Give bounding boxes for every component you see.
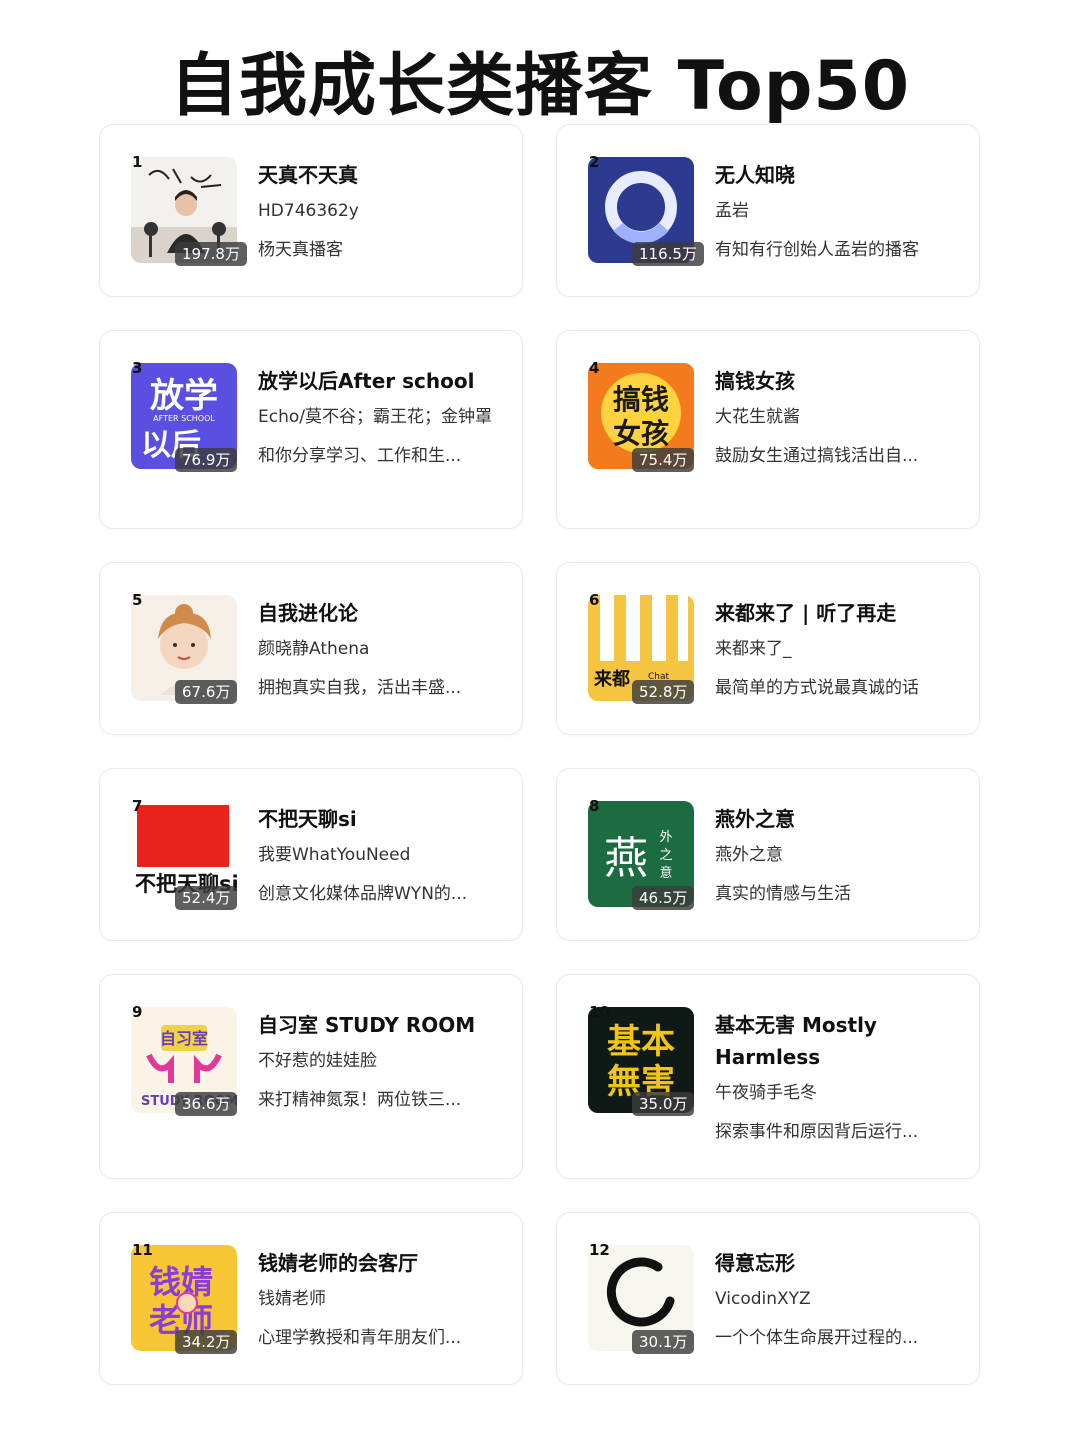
svg-text:燕: 燕: [604, 833, 648, 884]
podcast-card[interactable]: 搞钱 女孩 4 75.4万 搞钱女孩 大花生就酱 鼓励女生通过搞钱活出自...: [556, 330, 980, 529]
podcast-desc: 来打精神氮泵！两位铁三...: [258, 1090, 462, 1110]
podcast-desc: 探索事件和原因背后运行...: [715, 1122, 919, 1142]
play-count-badge: 34.2万: [175, 1330, 238, 1354]
podcast-desc: 心理学教授和青年朋友们...: [258, 1328, 462, 1348]
podcast-host: 大花生就酱: [715, 407, 800, 427]
svg-text:女孩: 女孩: [613, 417, 669, 450]
podcast-host: 我要WhatYouNeed: [258, 845, 411, 865]
play-count-badge: 76.9万: [175, 448, 238, 472]
svg-text:之: 之: [659, 848, 672, 863]
podcast-name[interactable]: 基本无害 Mostly Harmless: [715, 1009, 961, 1073]
podcast-card[interactable]: 1 197.8万 天真不天真 HD746362y 杨天真播客: [99, 124, 523, 297]
play-count-badge: 52.8万: [632, 680, 695, 704]
podcast-host: HD746362y: [258, 201, 359, 221]
rank-number: 8: [589, 797, 600, 815]
podcast-desc: 一个个体生命展开过程的...: [715, 1328, 919, 1348]
podcast-desc: 拥抱真实自我，活出丰盛...: [258, 678, 462, 698]
podcast-host: 午夜骑手毛冬: [715, 1083, 817, 1103]
podcast-card[interactable]: 不把天聊si 7 52.4万 不把天聊si 我要WhatYouNeed 创意文化…: [99, 768, 523, 941]
play-count-badge: 36.6万: [175, 1092, 238, 1116]
podcast-card[interactable]: 自习室 STUDY ROOM 9 36.6万 自习室 STUDY ROOM 不好…: [99, 974, 523, 1179]
rank-number: 3: [132, 359, 143, 377]
podcast-name[interactable]: 天真不天真: [258, 159, 504, 191]
rank-number: 10: [589, 1003, 610, 1021]
podcast-name[interactable]: 来都来了 | 听了再走: [715, 597, 961, 629]
play-count-badge: 75.4万: [632, 448, 695, 472]
svg-text:意: 意: [659, 865, 672, 881]
podcast-name[interactable]: 得意忘形: [715, 1247, 961, 1279]
rank-number: 2: [589, 153, 600, 171]
podcast-host: 孟岩: [715, 201, 749, 221]
podcast-card[interactable]: 5 67.6万 自我进化论 颜晓静Athena 拥抱真实自我，活出丰盛...: [99, 562, 523, 735]
podcast-desc: 创意文化媒体品牌WYN的...: [258, 884, 468, 904]
podcast-name[interactable]: 不把天聊si: [258, 803, 504, 835]
play-count-badge: 67.6万: [175, 680, 238, 704]
rank-number: 12: [589, 1241, 610, 1259]
podcast-name[interactable]: 燕外之意: [715, 803, 961, 835]
play-count-badge: 30.1万: [632, 1330, 695, 1354]
podcast-card[interactable]: 2 116.5万 无人知晓 孟岩 有知有行创始人孟岩的播客: [556, 124, 980, 297]
play-count-badge: 116.5万: [632, 242, 704, 266]
podcast-desc: 真实的情感与生活: [715, 884, 851, 904]
podcast-card[interactable]: 12 30.1万 得意忘形 VicodinXYZ 一个个体生命展开过程的...: [556, 1212, 980, 1385]
rank-number: 11: [132, 1241, 153, 1259]
podcast-card[interactable]: 放学 AFTER SCHOOL 以后 3 76.9万 放学以后After sch…: [99, 330, 523, 529]
podcast-desc: 有知有行创始人孟岩的播客: [715, 240, 919, 260]
podcast-host: VicodinXYZ: [715, 1289, 811, 1309]
play-count-badge: 46.5万: [632, 886, 695, 910]
podcast-name[interactable]: 搞钱女孩: [715, 365, 961, 397]
svg-text:外: 外: [659, 830, 672, 845]
svg-text:自习室: 自习室: [160, 1029, 208, 1048]
rank-number: 5: [132, 591, 143, 609]
rank-number: 9: [132, 1003, 143, 1021]
podcast-host: 来都来了_: [715, 639, 792, 659]
play-count-badge: 35.0万: [632, 1092, 695, 1116]
podcast-host: 颜晓静Athena: [258, 639, 370, 659]
podcast-desc: 杨天真播客: [258, 240, 343, 260]
podcast-name[interactable]: 自习室 STUDY ROOM: [258, 1009, 504, 1041]
rank-number: 7: [132, 797, 143, 815]
podcast-host: Echo/莫不谷；霸王花；金钟罩: [258, 407, 492, 427]
svg-text:放学: 放学: [150, 376, 218, 416]
podcast-card[interactable]: 基本 無害 10 35.0万 基本无害 Mostly Harmless 午夜骑手…: [556, 974, 980, 1179]
page-title: 自我成长类播客 Top50: [169, 47, 911, 126]
rank-number: 4: [589, 359, 600, 377]
svg-text:基本: 基本: [607, 1022, 675, 1062]
podcast-name[interactable]: 无人知晓: [715, 159, 961, 191]
svg-text:来都: 来都: [593, 669, 630, 690]
svg-text:AFTER SCHOOL: AFTER SCHOOL: [153, 414, 215, 423]
podcast-desc: 鼓励女生通过搞钱活出自...: [715, 446, 919, 466]
podcast-desc: 和你分享学习、工作和生...: [258, 446, 462, 466]
podcast-host: 燕外之意: [715, 845, 783, 865]
svg-text:搞钱: 搞钱: [613, 383, 669, 416]
podcast-host: 不好惹的娃娃脸: [258, 1051, 377, 1071]
podcast-host: 钱婧老师: [258, 1289, 326, 1309]
podcast-card[interactable]: 钱婧 老师 11 34.2万 钱婧老师的会客厅 钱婧老师 心理学教授和青年朋友们…: [99, 1212, 523, 1385]
rank-number: 1: [132, 153, 143, 171]
podcast-name[interactable]: 钱婧老师的会客厅: [258, 1247, 504, 1279]
play-count-badge: 197.8万: [175, 242, 247, 266]
podcast-name[interactable]: 放学以后After school: [258, 365, 504, 397]
podcast-card[interactable]: 来都 Chat 6 52.8万 来都来了 | 听了再走 来都来了_ 最简单的方式…: [556, 562, 980, 735]
rank-number: 6: [589, 591, 600, 609]
play-count-badge: 52.4万: [175, 886, 238, 910]
podcast-name[interactable]: 自我进化论: [258, 597, 504, 629]
podcast-desc: 最简单的方式说最真诚的话: [715, 678, 919, 698]
podcast-card[interactable]: 燕 外 之 意 8 46.5万 燕外之意 燕外之意 真实的情感与生活: [556, 768, 980, 941]
